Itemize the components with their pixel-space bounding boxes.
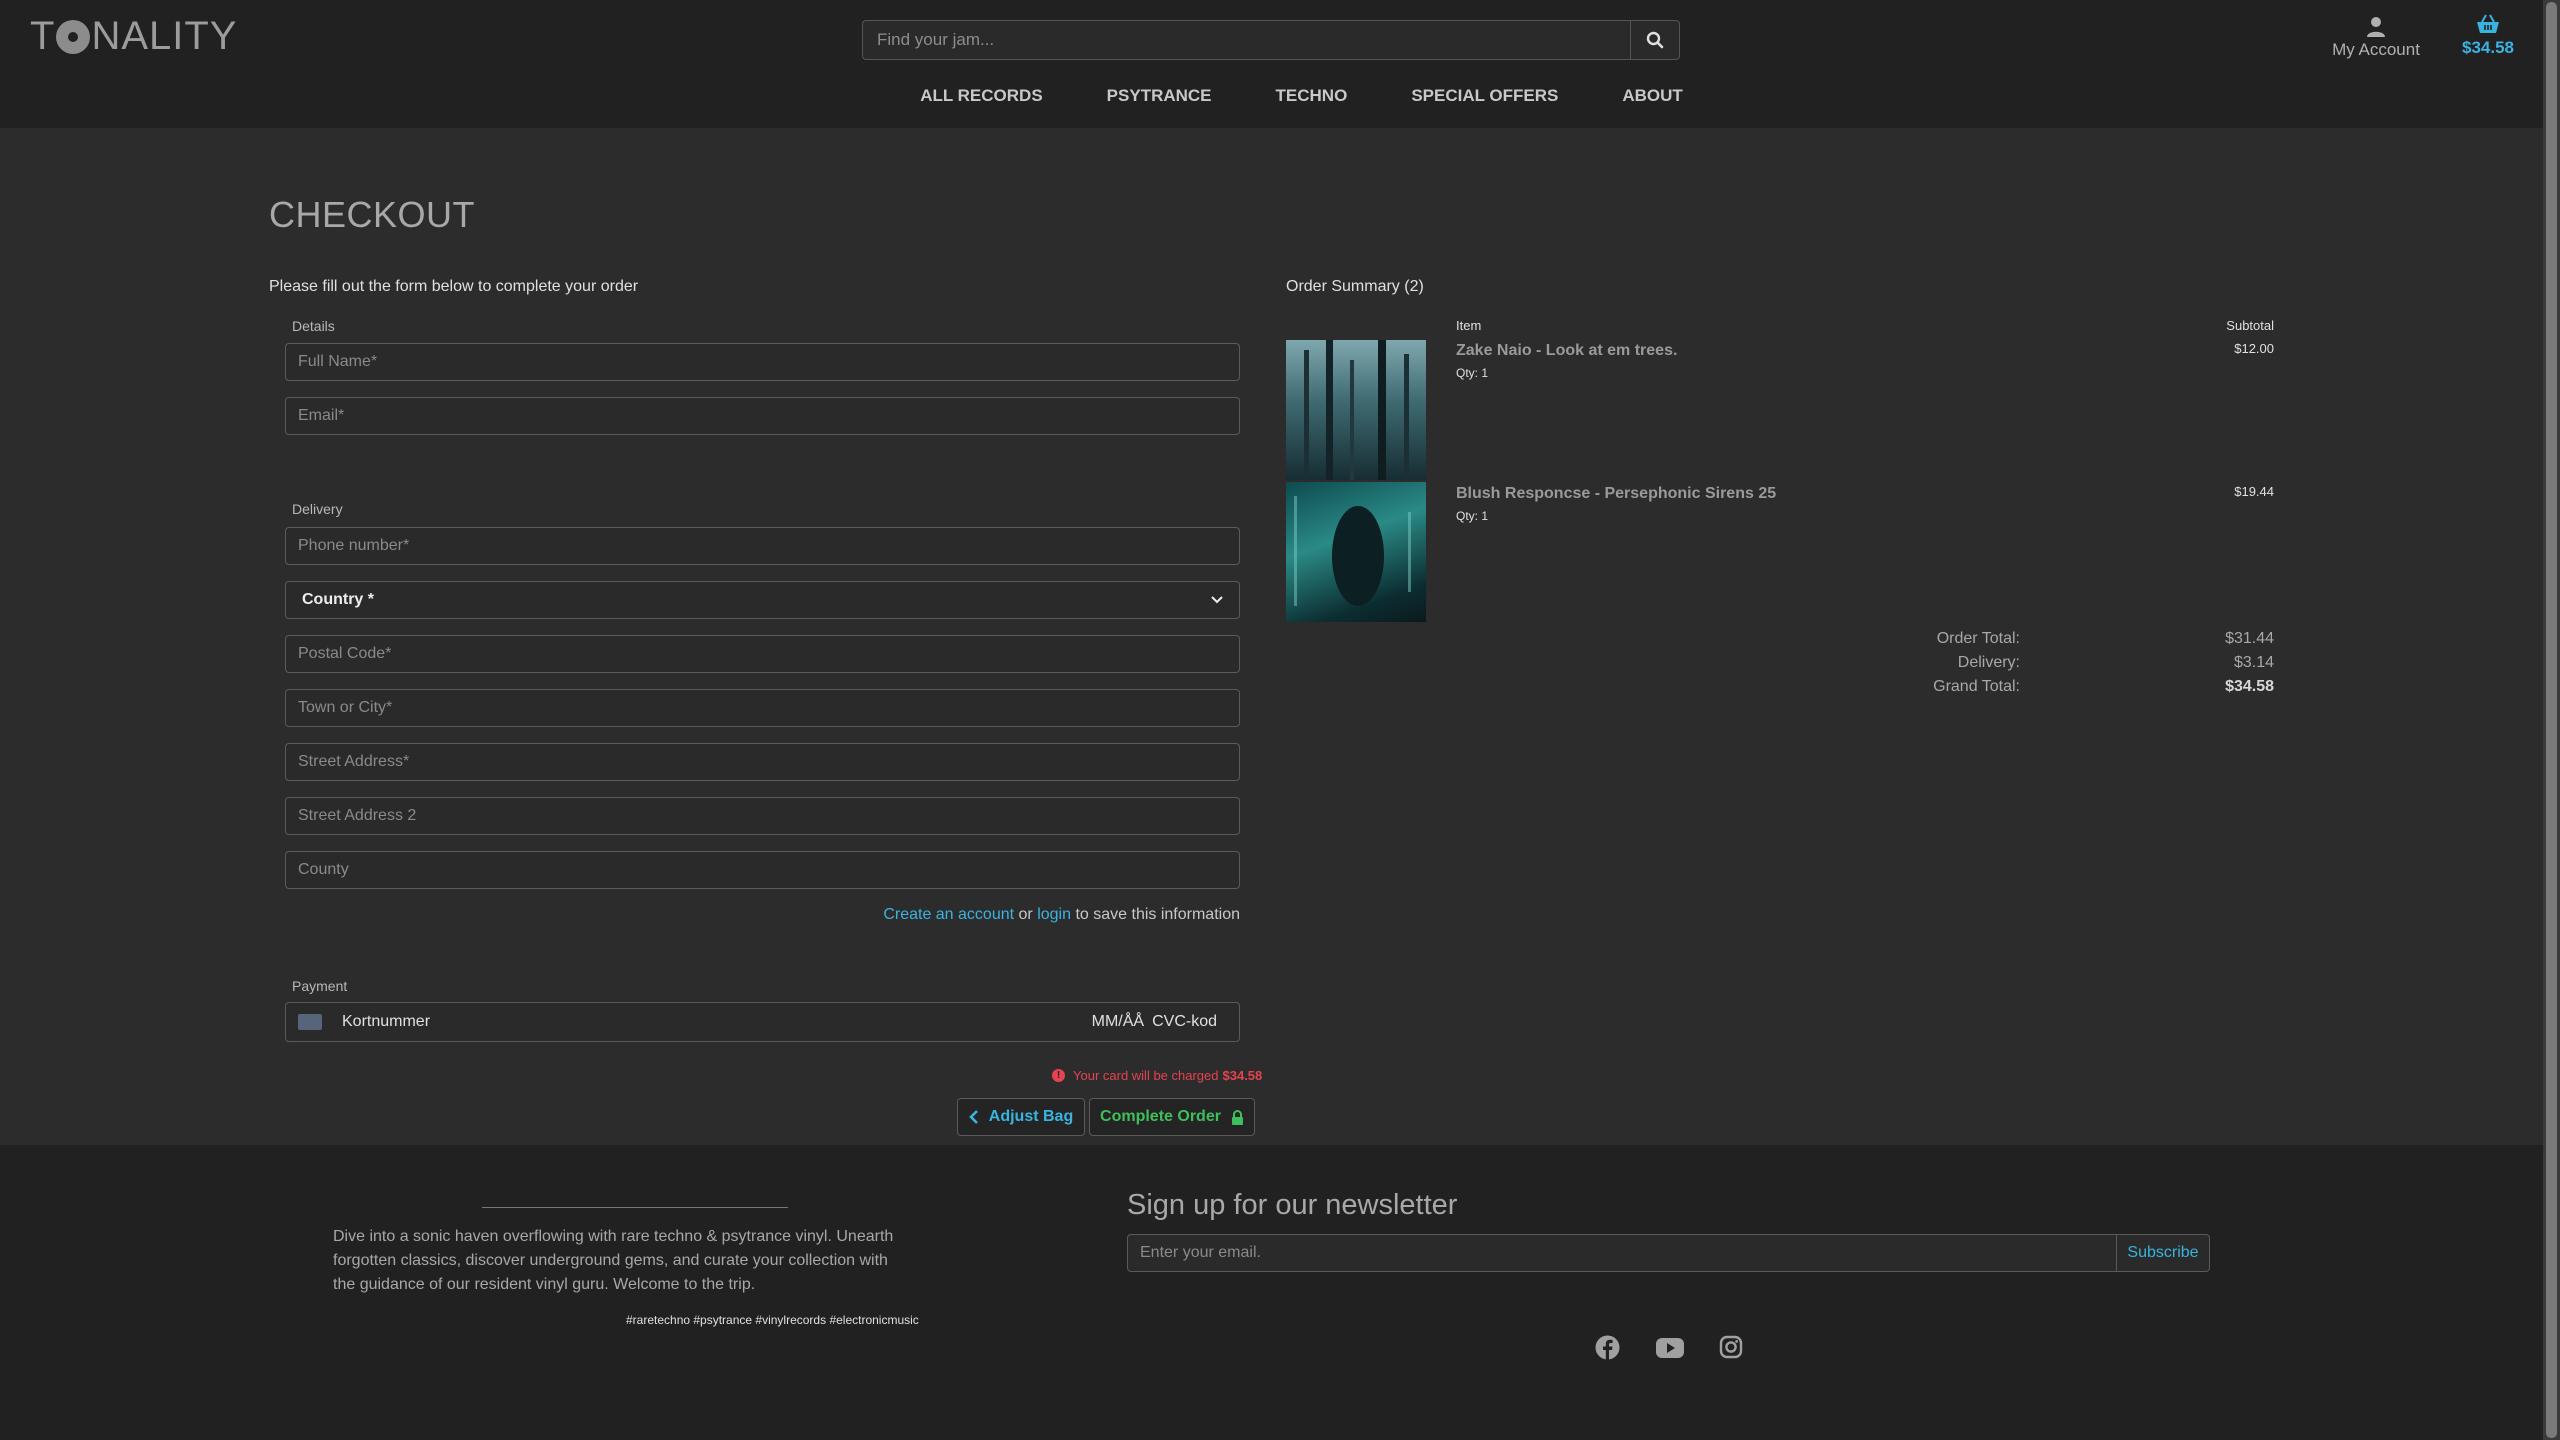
item-qty: Qty: 1 — [1456, 366, 1489, 380]
save-info-suffix: to save this information — [1075, 906, 1240, 923]
search-bar — [862, 20, 1680, 60]
create-account-link[interactable]: Create an account — [883, 906, 1014, 923]
footer-divider — [482, 1207, 788, 1208]
my-account-label: My Account — [2332, 40, 2420, 59]
grand-total-label: Grand Total: — [1933, 678, 2020, 695]
phone-field[interactable] — [285, 527, 1240, 565]
email-field[interactable] — [285, 397, 1240, 435]
item-cover-image — [1286, 340, 1426, 480]
complete-order-button[interactable]: Complete Order — [1089, 1098, 1255, 1136]
search-button[interactable] — [1630, 20, 1680, 60]
sirens-artwork — [1294, 496, 1411, 606]
full-name-field[interactable] — [285, 343, 1240, 381]
country-select-value: Country * — [302, 591, 374, 608]
card-input[interactable]: Kortnummer MM/ÅÅ CVC-kod — [285, 1002, 1240, 1042]
bag-total: $34.58 — [2462, 38, 2514, 57]
card-brand-icon — [298, 1014, 322, 1030]
postal-code-field[interactable] — [285, 635, 1240, 673]
my-account-link[interactable]: My Account — [2320, 16, 2432, 60]
item-name[interactable]: Zake Naio - Look at em trees. — [1456, 342, 1677, 360]
charge-amount: $34.58 — [1222, 1068, 1263, 1083]
town-city-field[interactable] — [285, 689, 1240, 727]
checkout-intro: Please fill out the form below to comple… — [269, 278, 639, 295]
charge-text: Your card will be charged — [1073, 1068, 1219, 1083]
item-price: $19.44 — [2234, 484, 2274, 499]
card-expiry-field[interactable]: MM/ÅÅ — [1092, 1013, 1144, 1031]
nav-psytrance[interactable]: PSYTRANCE — [1107, 86, 1212, 106]
shopping-bag-link[interactable]: $34.58 — [2448, 14, 2528, 58]
chevron-left-icon — [968, 1110, 978, 1124]
newsletter-title: Sign up for our newsletter — [1127, 1189, 1458, 1221]
item-cover-image — [1286, 482, 1426, 622]
delivery-cost-value: $3.14 — [2233, 654, 2274, 671]
nav-special-offers[interactable]: SPECIAL OFFERS — [1411, 86, 1558, 106]
delivery-cost-label: Delivery: — [1957, 654, 2020, 671]
logo-text-end: NALITY — [91, 14, 238, 58]
charge-notice: ! Your card will be charged $34.58 — [1052, 1068, 1262, 1083]
card-number-field[interactable]: Kortnummer — [342, 1013, 1092, 1031]
footer-about-text: Dive into a sonic haven overflowing with… — [333, 1228, 894, 1293]
nav-techno[interactable]: TECHNO — [1276, 86, 1348, 106]
login-link[interactable]: login — [1037, 906, 1071, 923]
grand-total-value: $34.58 — [2225, 678, 2274, 695]
search-input[interactable] — [862, 20, 1630, 60]
adjust-bag-label: Adjust Bag — [988, 1108, 1074, 1125]
subscribe-button[interactable]: Subscribe — [2116, 1234, 2210, 1272]
page-title: CHECKOUT — [269, 194, 476, 235]
scrollbar-thumb[interactable] — [2546, 2, 2557, 1438]
alert-icon: ! — [1052, 1069, 1065, 1082]
adjust-bag-button[interactable]: Adjust Bag — [957, 1098, 1085, 1136]
details-label: Details — [292, 318, 335, 334]
youtube-icon[interactable] — [1656, 1338, 1684, 1358]
county-field[interactable] — [285, 851, 1240, 889]
nav-about[interactable]: ABOUT — [1622, 86, 1682, 106]
instagram-icon[interactable] — [1719, 1335, 1743, 1359]
search-icon — [1646, 31, 1664, 49]
order-summary-title: Order Summary (2) — [1286, 278, 1424, 295]
subtotal-column-header: Subtotal — [2226, 318, 2274, 333]
item-name[interactable]: Blush Responcse - Persephonic Sirens 25 — [1456, 485, 1776, 503]
lock-icon — [1231, 1109, 1243, 1125]
main-nav: ALL RECORDS PSYTRANCE TECHNO SPECIAL OFF… — [0, 86, 2543, 106]
street-address-field[interactable] — [285, 743, 1240, 781]
save-info-text: Create an account or login to save this … — [285, 906, 1240, 924]
item-column-header: Item — [1456, 318, 1482, 333]
facebook-icon[interactable] — [1595, 1335, 1620, 1360]
chevron-down-icon — [1211, 596, 1223, 604]
delivery-label: Delivery — [292, 501, 343, 517]
forest-artwork — [1304, 340, 1409, 480]
order-total-value: $31.44 — [2225, 630, 2274, 647]
newsletter-email-input[interactable] — [1127, 1234, 2116, 1272]
vinyl-disc-icon — [56, 19, 91, 54]
logo[interactable]: T NALITY — [30, 14, 237, 59]
page-scrollbar[interactable] — [2543, 0, 2560, 1440]
order-total-label: Order Total: — [1936, 630, 2020, 647]
site-header: T NALITY My Account $34.58 ALL RECORDS PS… — [0, 0, 2543, 128]
basket-icon — [2477, 14, 2499, 33]
footer-hashtags: #raretechno #psytrance #vinylrecords #el… — [626, 1313, 919, 1327]
user-icon — [2367, 17, 2385, 37]
complete-order-label: Complete Order — [1100, 1108, 1221, 1125]
site-footer: Dive into a sonic haven overflowing with… — [0, 1145, 2543, 1440]
country-select[interactable]: Country * — [285, 581, 1240, 619]
card-cvc-field[interactable]: CVC-kod — [1152, 1013, 1217, 1031]
newsletter-form: Subscribe — [1127, 1234, 2210, 1272]
logo-text-start: T — [30, 14, 56, 58]
street-address-2-field[interactable] — [285, 797, 1240, 835]
payment-label: Payment — [292, 978, 348, 994]
item-qty: Qty: 1 — [1456, 509, 1489, 523]
nav-all-records[interactable]: ALL RECORDS — [920, 86, 1042, 106]
item-price: $12.00 — [2234, 341, 2274, 356]
or-text: or — [1018, 906, 1033, 923]
